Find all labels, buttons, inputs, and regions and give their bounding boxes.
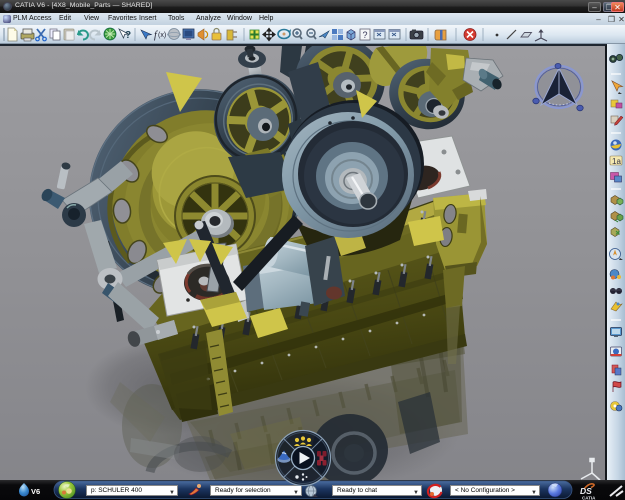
svg-text:1a: 1a — [612, 157, 621, 166]
svg-text:?: ? — [363, 30, 368, 40]
svg-text:V6: V6 — [31, 487, 40, 496]
svg-text:DS: DS — [580, 486, 592, 496]
svg-text:?: ? — [125, 30, 131, 41]
svg-text:CATIA: CATIA — [582, 496, 596, 500]
svg-text:(x): (x) — [158, 32, 166, 39]
